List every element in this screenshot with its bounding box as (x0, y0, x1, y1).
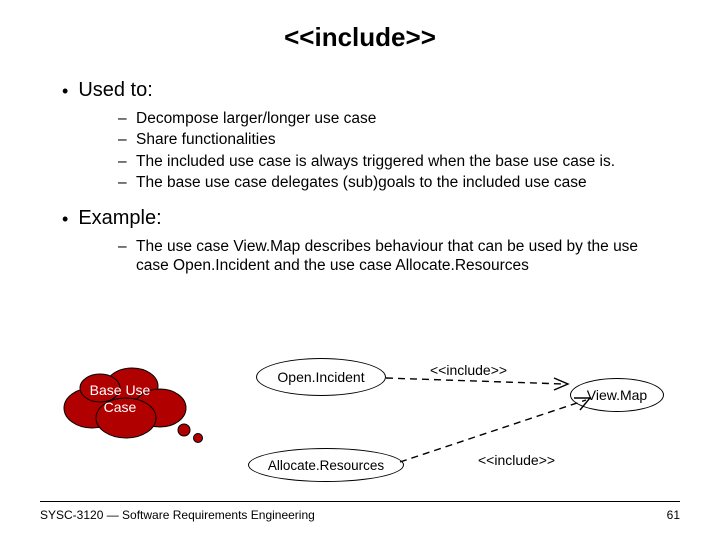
list-item: – Share functionalities (118, 130, 680, 149)
bullet-text: Example: (78, 207, 161, 231)
include-arrow-1 (386, 372, 576, 386)
list-item: – The included use case is always trigge… (118, 152, 680, 171)
usecase-label: Allocate.Resources (268, 458, 384, 473)
list-item: – The use case View.Map describes behavi… (118, 237, 662, 276)
slide-footer: SYSC-3120 — Software Requirements Engine… (40, 501, 680, 522)
cloud-label-line1: Base Use (68, 382, 172, 399)
footer-course: SYSC-3120 — Software Requirements Engine… (40, 508, 315, 522)
page-number: 61 (667, 508, 680, 522)
footer-divider (40, 501, 680, 502)
dash-icon: – (118, 173, 126, 192)
slide: <<include>> • Used to: – Decompose large… (0, 0, 720, 540)
list-item-text: The included use case is always triggere… (136, 152, 615, 171)
dash-icon: – (118, 130, 126, 149)
list-item: – The base use case delegates (sub)goals… (118, 173, 680, 192)
slide-title: <<include>> (40, 22, 680, 53)
example-sublist: – The use case View.Map describes behavi… (40, 237, 680, 276)
used-to-sublist: – Decompose larger/longer use case – Sha… (40, 109, 680, 193)
cloud-label-line2: Case (68, 399, 172, 416)
bullet-dot-icon: • (62, 207, 68, 231)
list-item-text: The use case View.Map describes behaviou… (136, 237, 662, 276)
list-item-text: The base use case delegates (sub)goals t… (136, 173, 587, 192)
list-item: – Decompose larger/longer use case (118, 109, 680, 128)
usecase-label: Open.Incident (277, 369, 364, 385)
bullet-used-to: • Used to: (40, 79, 680, 103)
uml-diagram: Base Use Case Open.Incident Allocate.Res… (0, 350, 720, 490)
list-item-text: Decompose larger/longer use case (136, 109, 376, 128)
cloud-label: Base Use Case (68, 382, 172, 416)
dash-icon: – (118, 237, 126, 276)
bullet-text: Used to: (78, 79, 152, 103)
dash-icon: – (118, 109, 126, 128)
include-arrow-2 (400, 394, 600, 474)
dash-icon: – (118, 152, 126, 171)
bullet-dot-icon: • (62, 79, 68, 103)
usecase-open-incident: Open.Incident (256, 358, 386, 396)
usecase-allocate-resources: Allocate.Resources (248, 448, 404, 482)
list-item-text: Share functionalities (136, 130, 276, 149)
bullet-example: • Example: (40, 207, 680, 231)
